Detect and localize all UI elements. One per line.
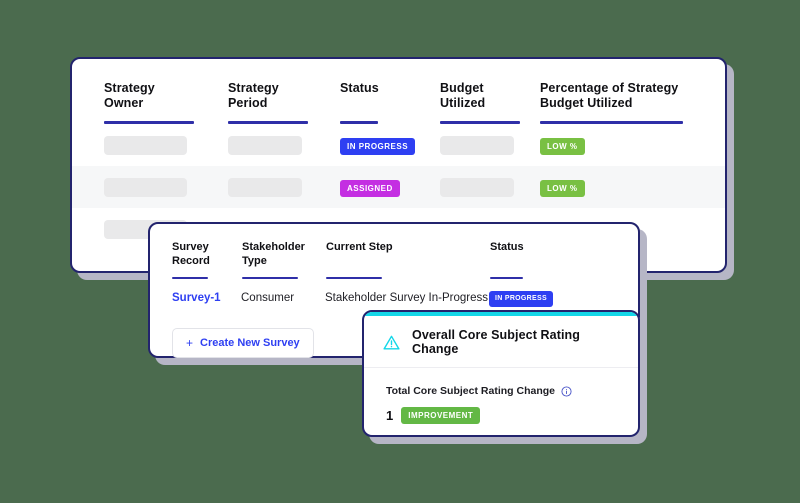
rating-card-body: Total Core Subject Rating Change 1 IMPRO… xyxy=(364,368,638,424)
metric-label: Total Core Subject Rating Change xyxy=(386,385,555,397)
metric-value-row: 1 IMPROVEMENT xyxy=(386,407,620,424)
improvement-badge: IMPROVEMENT xyxy=(401,407,481,424)
column-header-budget-utilized[interactable]: Budget Utilized xyxy=(440,59,540,124)
header-underline xyxy=(172,277,208,279)
warning-triangle-icon xyxy=(382,333,401,352)
survey-record-link[interactable]: Survey-1 xyxy=(172,292,221,304)
column-header-strategy-period[interactable]: Strategy Period xyxy=(228,59,340,124)
status-badge: ASSIGNED xyxy=(340,179,400,197)
metric-label-row: Total Core Subject Rating Change xyxy=(386,385,620,397)
column-header-label: Current Step xyxy=(326,241,393,253)
table-row[interactable]: IN PROGRESS LOW % xyxy=(72,124,725,166)
column-header-current-step[interactable]: Current Step xyxy=(325,224,489,280)
rating-card-title: Overall Core Subject Rating Change xyxy=(412,328,581,356)
header-underline xyxy=(326,277,382,279)
plus-icon: + xyxy=(186,336,194,350)
create-new-survey-button[interactable]: + Create New Survey xyxy=(172,328,314,358)
survey-header-row: Survey Record Stakeholder Type Current S… xyxy=(150,224,638,280)
header-underline xyxy=(242,277,298,279)
column-header-label: Status xyxy=(340,81,379,95)
column-header-strategy-owner[interactable]: Strategy Owner xyxy=(72,59,228,124)
column-header-survey-status[interactable]: Status xyxy=(489,224,638,280)
column-header-survey-record[interactable]: Survey Record xyxy=(150,224,241,280)
placeholder-cell xyxy=(440,177,514,197)
create-new-survey-label: Create New Survey xyxy=(200,337,300,349)
column-header-label: Status xyxy=(490,241,524,253)
core-subject-rating-card: Overall Core Subject Rating Change Total… xyxy=(362,310,640,437)
column-header-label: Survey Record xyxy=(172,241,210,267)
table-header-row: Strategy Owner Strategy Period Status Bu… xyxy=(72,59,725,124)
survey-table: Survey Record Stakeholder Type Current S… xyxy=(150,224,638,314)
column-header-label: Budget Utilized xyxy=(440,81,486,110)
info-circle-icon[interactable] xyxy=(561,385,572,397)
placeholder-cell xyxy=(440,135,514,155)
survey-row[interactable]: Survey-1 Consumer Stakeholder Survey In-… xyxy=(150,280,638,314)
percentage-badge: LOW % xyxy=(540,179,585,197)
stakeholder-type-value: Consumer xyxy=(241,292,295,304)
column-header-label: Stakeholder Type xyxy=(242,241,305,267)
placeholder-cell xyxy=(104,177,187,197)
column-header-percentage-budget-utilized[interactable]: Percentage of Strategy Budget Utilized xyxy=(540,59,725,124)
current-step-value: Stakeholder Survey In-Progress xyxy=(325,292,488,304)
column-header-label: Percentage of Strategy Budget Utilized xyxy=(540,81,679,110)
status-badge: IN PROGRESS xyxy=(489,291,553,307)
column-header-label: Strategy Owner xyxy=(104,81,155,110)
rating-card-header: Overall Core Subject Rating Change xyxy=(364,316,638,368)
placeholder-cell xyxy=(104,135,187,155)
placeholder-cell xyxy=(228,135,302,155)
status-badge: IN PROGRESS xyxy=(340,137,416,155)
screenshot-stage: Strategy Owner Strategy Period Status Bu… xyxy=(0,0,800,503)
percentage-badge: LOW % xyxy=(540,137,585,155)
table-row[interactable]: ASSIGNED LOW % xyxy=(72,166,725,208)
placeholder-cell xyxy=(228,177,302,197)
metric-value: 1 xyxy=(386,408,394,423)
column-header-stakeholder-type[interactable]: Stakeholder Type xyxy=(241,224,325,280)
column-header-label: Strategy Period xyxy=(228,81,279,110)
header-underline xyxy=(490,277,523,279)
column-header-status[interactable]: Status xyxy=(340,59,440,124)
